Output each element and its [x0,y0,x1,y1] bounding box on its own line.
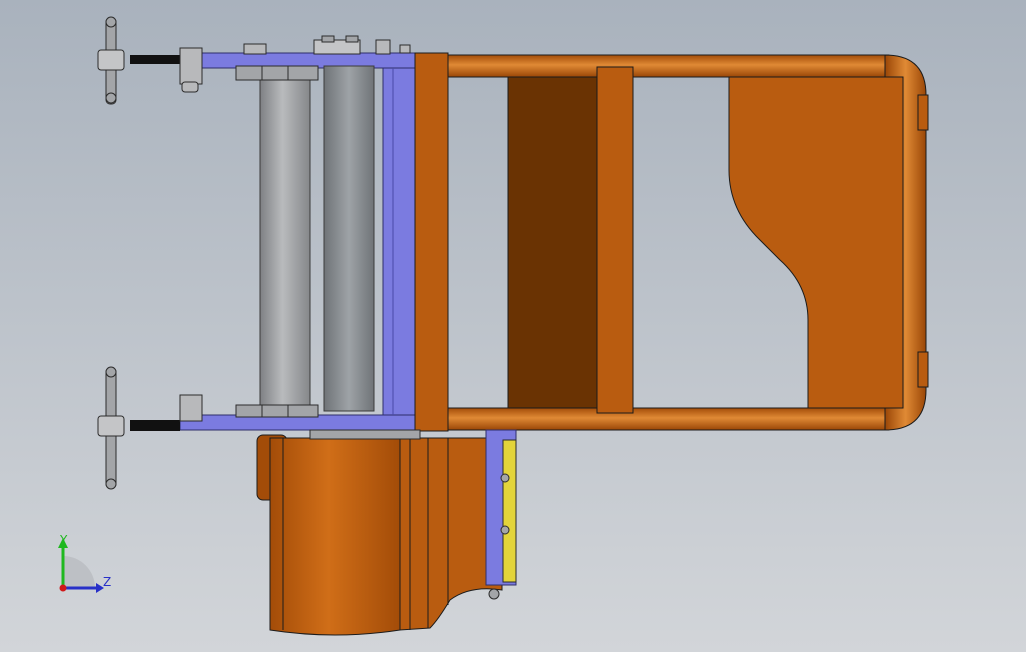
tube-tab-upper [917,94,929,131]
tube-top [439,54,891,78]
divider-bar [596,66,634,414]
y-axis-label: Y [59,533,68,547]
drum-top-rim [309,429,421,440]
z-axis-label: Z [103,575,111,589]
drum-body [269,437,401,636]
orange-post[interactable] [414,52,449,432]
tube-tab-lower [917,351,929,388]
x-axis-dot [59,584,67,592]
roller-left[interactable] [259,79,311,409]
tube-bottom [439,407,891,431]
cad-viewport[interactable]: Y Z [0,0,1026,652]
blue-plate-vertical [382,67,418,416]
collar-bottom [235,404,319,418]
dark-panel [507,76,601,409]
model-graphics-area[interactable]: Y Z [0,0,1026,652]
yellow-strip [502,439,517,583]
collar-top [235,65,319,81]
roller-right[interactable] [323,65,375,412]
